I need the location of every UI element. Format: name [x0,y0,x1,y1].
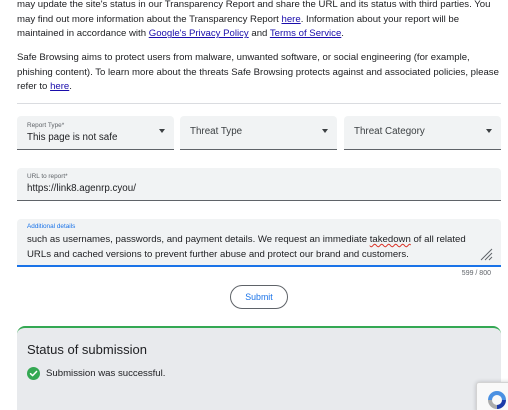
safe-browsing-paragraph: Safe Browsing aims to protect users from… [17,51,503,95]
paragraph-text: and [248,28,270,40]
threat-type-select[interactable]: Threat Type [180,116,337,150]
status-message: Submission was successful. [46,368,166,379]
url-label: URL to report* [27,173,68,180]
report-type-select[interactable]: Report Type* This page is not safe [17,116,174,150]
additional-details-textarea[interactable]: Additional details such as usernames, pa… [17,219,501,267]
privacy-policy-link[interactable]: Google's Privacy Policy [149,28,249,39]
details-line: of all related [410,234,466,245]
threat-category-select[interactable]: Threat Category [344,116,501,150]
resize-handle-icon[interactable] [479,247,493,261]
threat-category-placeholder: Threat Category [354,126,425,137]
transparency-report-link[interactable]: here [282,14,301,25]
status-title: Status of submission [27,342,147,357]
chevron-down-icon [159,129,165,133]
check-circle-icon [27,367,40,380]
paragraph-text: . [341,28,344,40]
report-type-value: This page is not safe [27,132,118,143]
transparency-paragraph: may update the site's status in our Tran… [17,0,503,42]
details-label: Additional details [27,223,76,230]
status-card: Status of submission Submission was succ… [17,326,501,410]
terms-of-service-link[interactable]: Terms of Service [270,28,341,39]
section-divider [17,103,501,104]
recaptcha-badge[interactable] [476,382,508,410]
chevron-down-icon [486,129,492,133]
details-text: such as usernames, passwords, and paymen… [27,233,477,262]
character-counter: 599 / 800 [461,270,491,277]
threat-type-placeholder: Threat Type [190,126,243,137]
status-row: Submission was successful. [27,367,165,380]
threats-policy-link[interactable]: here [50,81,69,92]
chevron-down-icon [322,129,328,133]
paragraph-text: . [69,81,72,93]
submit-button[interactable]: Submit [230,285,288,309]
url-input[interactable]: URL to report* https://link8.agenrp.cyou… [17,168,501,201]
url-value: https://link8.agenrp.cyou/ [27,183,136,194]
recaptcha-icon [488,391,506,409]
paragraph-text: Safe Browsing aims to protect users from… [17,52,499,93]
report-type-label: Report Type* [27,122,65,129]
misspelled-word[interactable]: takedown [370,234,411,245]
details-line: URLs and cached versions to prevent furt… [27,248,409,260]
details-line: such as usernames, passwords, and paymen… [27,234,370,245]
